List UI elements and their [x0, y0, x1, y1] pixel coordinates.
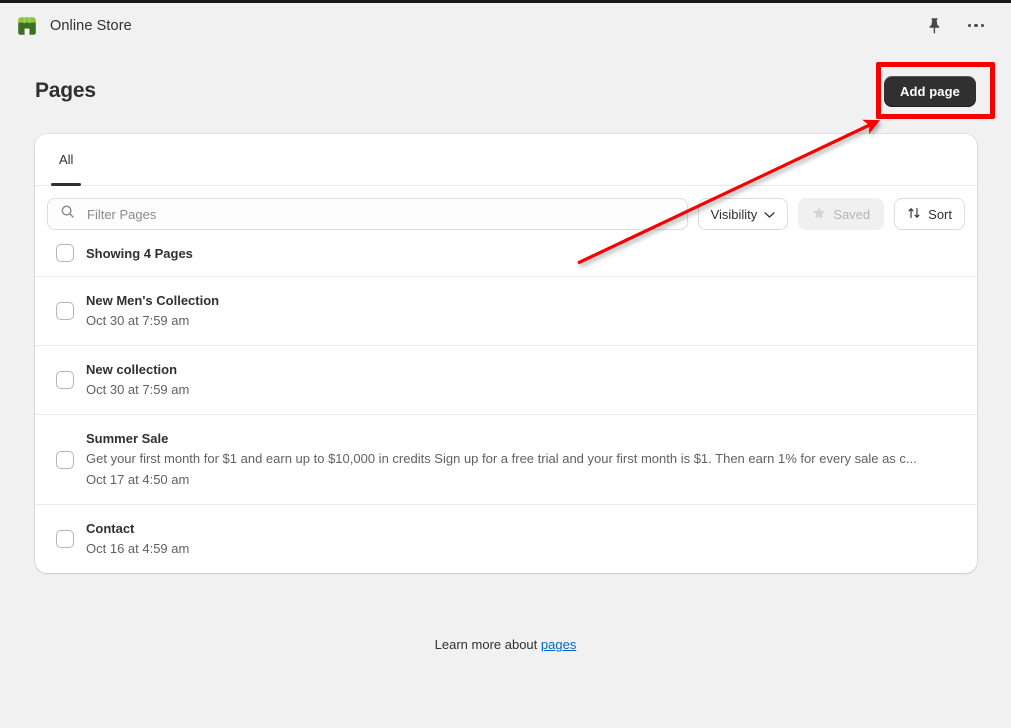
filter-pages-input[interactable]	[85, 205, 675, 223]
row-checkbox[interactable]	[56, 371, 74, 389]
select-all-row: Showing 4 Pages	[35, 240, 977, 276]
row-content: Summer Sale Get your first month for $1 …	[86, 429, 956, 490]
ellipsis-dots	[967, 23, 985, 28]
row-date: Oct 30 at 7:59 am	[86, 313, 190, 328]
table-row[interactable]: Summer Sale Get your first month for $1 …	[35, 414, 977, 504]
footer-help-text: Learn more about pages	[0, 637, 1011, 652]
store-identity[interactable]: Online Store	[16, 15, 132, 37]
top-bar: Online Store	[0, 0, 1011, 48]
storefront-icon	[16, 15, 38, 37]
top-bar-actions	[921, 13, 997, 39]
select-all-checkbox[interactable]	[56, 244, 74, 262]
table-row[interactable]: Contact Oct 16 at 4:59 am	[35, 504, 977, 573]
sort-arrows-icon	[907, 206, 921, 223]
showing-count-label: Showing 4 Pages	[86, 245, 193, 261]
pages-help-link[interactable]: pages	[541, 637, 576, 652]
store-name-label: Online Store	[50, 17, 132, 34]
page-header-actions: Add page	[883, 75, 976, 107]
search-icon	[60, 204, 75, 224]
tab-bar: All	[35, 134, 977, 186]
row-date: Oct 17 at 4:50 am	[86, 472, 190, 487]
tab-all[interactable]: All	[43, 140, 89, 186]
add-page-button[interactable]: Add page	[883, 75, 976, 107]
page-header: Pages Add page	[0, 48, 1011, 134]
row-description: Get your first month for $1 and earn up …	[86, 451, 917, 466]
footer-text: Learn more about	[434, 637, 538, 652]
visibility-filter-button[interactable]: Visibility	[697, 198, 789, 230]
row-checkbox[interactable]	[56, 450, 74, 469]
ellipsis-icon[interactable]	[963, 13, 989, 39]
saved-views-button[interactable]: Saved	[798, 198, 885, 230]
table-row[interactable]: New Men's Collection Oct 30 at 7:59 am	[35, 276, 977, 345]
row-content: Contact Oct 16 at 4:59 am	[86, 519, 956, 559]
table-row[interactable]: New collection Oct 30 at 7:59 am	[35, 345, 977, 414]
pages-card: All Visibility	[35, 134, 977, 573]
row-content: New Men's Collection Oct 30 at 7:59 am	[86, 291, 956, 331]
row-checkbox[interactable]	[56, 302, 74, 320]
star-icon	[812, 206, 826, 223]
row-title: New collection	[86, 362, 178, 377]
row-checkbox[interactable]	[56, 530, 74, 548]
row-title: Contact	[86, 521, 135, 536]
sort-label: Sort	[928, 206, 952, 222]
row-title: New Men's Collection	[86, 293, 220, 308]
pin-icon[interactable]	[921, 13, 947, 39]
row-date: Oct 16 at 4:59 am	[86, 541, 190, 556]
tab-all-label: All	[59, 152, 74, 167]
row-title: Summer Sale	[86, 431, 169, 446]
sort-button[interactable]: Sort	[894, 198, 965, 230]
search-box[interactable]	[47, 198, 688, 230]
page-title: Pages	[35, 79, 96, 102]
saved-label: Saved	[833, 206, 871, 222]
row-content: New collection Oct 30 at 7:59 am	[86, 360, 956, 400]
chevron-down-icon	[764, 207, 775, 222]
row-date: Oct 30 at 7:59 am	[86, 382, 190, 397]
filter-bar: Visibility Saved Sort	[35, 186, 977, 240]
visibility-label: Visibility	[710, 206, 758, 222]
